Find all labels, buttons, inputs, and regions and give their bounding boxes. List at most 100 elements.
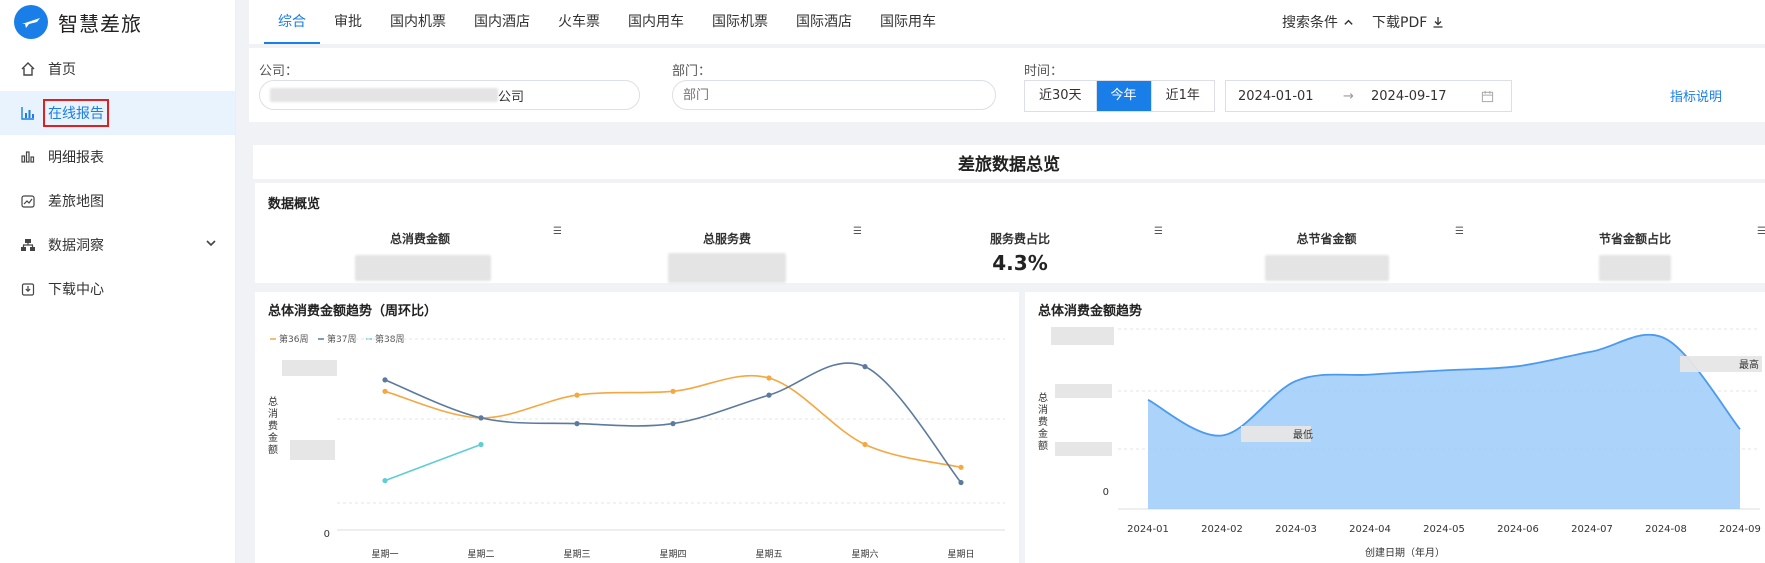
app-logo[interactable]: 智慧差旅 bbox=[0, 0, 235, 44]
data-point[interactable] bbox=[766, 392, 772, 398]
data-point[interactable] bbox=[574, 421, 580, 427]
tab-overview[interactable]: 综合 bbox=[264, 0, 320, 44]
metric-menu-icon[interactable]: ☰ bbox=[553, 226, 562, 237]
tab-approval[interactable]: 审批 bbox=[320, 0, 376, 44]
kpi-label: 总节省金额 bbox=[1296, 232, 1357, 246]
monthly-trend-panel: 总体消费金额趋势 0 总消费金额 2024-01 2024-02 2024-03 20… bbox=[1025, 292, 1765, 563]
end-date: 2024-09-17 bbox=[1371, 88, 1447, 104]
x-tick-label: 2024-03 bbox=[1275, 524, 1317, 535]
data-point[interactable] bbox=[478, 415, 484, 421]
data-point[interactable] bbox=[766, 375, 772, 381]
data-point[interactable] bbox=[958, 479, 964, 486]
legend-label: 第36周 bbox=[279, 333, 308, 345]
search-conditions-toggle[interactable]: 搜索条件 bbox=[1282, 12, 1354, 32]
sidebar-item-label: 数据洞察 bbox=[48, 238, 104, 254]
chevron-down-icon[interactable] bbox=[205, 237, 217, 253]
sidebar-item-online-report[interactable]: 在线报告 bbox=[0, 91, 235, 135]
metric-menu-icon[interactable]: ☰ bbox=[1757, 226, 1765, 237]
kpi-value-redacted bbox=[355, 255, 491, 281]
data-point[interactable] bbox=[862, 441, 868, 448]
org-icon bbox=[20, 237, 36, 253]
company-label: 公司： bbox=[259, 64, 299, 79]
kpi-savings-ratio: 节省金额占比 bbox=[1580, 230, 1690, 285]
data-point[interactable] bbox=[670, 421, 676, 427]
sidebar: 智慧差旅 首页 在线报告 明细报表 差旅地图 数据洞察 下载中心 bbox=[0, 0, 236, 563]
legend-item[interactable]: 第36周 bbox=[270, 333, 308, 345]
y-tick-redacted bbox=[1055, 442, 1112, 456]
time-range-segmented: 近30天 今年 近1年 bbox=[1024, 80, 1215, 112]
download-box-icon bbox=[20, 281, 36, 297]
y-tick-redacted bbox=[282, 360, 337, 376]
y-tick-redacted bbox=[1051, 327, 1114, 345]
sidebar-item-home[interactable]: 首页 bbox=[0, 47, 235, 91]
x-tick-label: 2024-02 bbox=[1201, 524, 1243, 535]
sidebar-item-download-center[interactable]: 下载中心 bbox=[0, 267, 235, 311]
weekly-trend-panel: 总体消费金额趋势（周环比） 第36周 第37周 第38周 0 总消费金额 星期一 星期… bbox=[255, 292, 1019, 563]
data-point[interactable] bbox=[382, 377, 388, 383]
data-point[interactable] bbox=[670, 388, 676, 394]
x-tick-label: 星期一 bbox=[371, 549, 398, 560]
data-point[interactable] bbox=[862, 364, 868, 370]
sidebar-item-detail-report[interactable]: 明细报表 bbox=[0, 135, 235, 179]
kpi-total-savings: 总节省金额 bbox=[1264, 230, 1389, 285]
y-axis-label: 总消费金额 bbox=[268, 395, 278, 456]
range-last-1-year[interactable]: 近1年 bbox=[1151, 81, 1214, 111]
sidebar-item-label: 在线报告 bbox=[43, 99, 109, 127]
tab-domestic-car[interactable]: 国内用车 bbox=[614, 0, 698, 44]
search-conditions-label: 搜索条件 bbox=[1282, 15, 1338, 31]
tab-domestic-flight[interactable]: 国内机票 bbox=[376, 0, 460, 44]
range-this-year[interactable]: 今年 bbox=[1096, 81, 1152, 111]
x-tick-label: 2024-06 bbox=[1497, 524, 1539, 535]
date-separator: → bbox=[1343, 88, 1354, 104]
area-fill bbox=[1148, 334, 1740, 509]
kpi-value-redacted bbox=[668, 253, 786, 283]
kpi-value: 4.3% bbox=[992, 251, 1048, 275]
sidebar-item-label: 首页 bbox=[48, 62, 76, 78]
columns-icon bbox=[20, 149, 36, 165]
sidebar-item-label: 下载中心 bbox=[48, 282, 104, 298]
data-point[interactable] bbox=[478, 441, 484, 448]
data-point[interactable] bbox=[574, 392, 580, 398]
tab-intl-flight[interactable]: 国际机票 bbox=[698, 0, 782, 44]
date-range-picker[interactable]: 2024-01-01 → 2024-09-17 bbox=[1225, 80, 1512, 112]
kpi-label: 总服务费 bbox=[702, 232, 751, 246]
x-tick-label: 2024-08 bbox=[1645, 524, 1687, 535]
data-point[interactable] bbox=[958, 464, 964, 470]
company-name-redacted bbox=[270, 88, 498, 102]
kpi-service-fee-ratio: 服务费占比 4.3% bbox=[960, 230, 1080, 275]
tab-train[interactable]: 火车票 bbox=[544, 0, 614, 44]
metric-help-link[interactable]: 指标说明 bbox=[1670, 86, 1722, 105]
filter-bar: 公司： 公司 部门： 时间： 近30天 今年 近1年 2024-01-01 → … bbox=[249, 48, 1765, 122]
sidebar-item-data-insight[interactable]: 数据洞察 bbox=[0, 223, 235, 267]
metric-menu-icon[interactable]: ☰ bbox=[1154, 226, 1163, 237]
sidebar-item-travel-map[interactable]: 差旅地图 bbox=[0, 179, 235, 223]
x-tick-label: 2024-09 bbox=[1719, 524, 1761, 535]
tab-domestic-hotel[interactable]: 国内酒店 bbox=[460, 0, 544, 44]
low-label: 最低 bbox=[1293, 428, 1313, 441]
tab-intl-hotel[interactable]: 国际酒店 bbox=[782, 0, 866, 44]
data-point[interactable] bbox=[382, 478, 388, 484]
x-tick-label: 星期三 bbox=[563, 549, 590, 560]
department-input[interactable] bbox=[672, 80, 996, 110]
time-label: 时间： bbox=[1024, 64, 1064, 79]
x-tick-label: 星期二 bbox=[467, 549, 494, 560]
kpi-label: 总消费金额 bbox=[389, 232, 450, 246]
download-pdf-button[interactable]: 下载PDF bbox=[1372, 12, 1444, 32]
x-tick-label: 星期日 bbox=[947, 549, 974, 560]
company-select[interactable]: 公司 bbox=[259, 80, 640, 110]
series-line bbox=[384, 443, 482, 482]
x-tick-label: 2024-07 bbox=[1571, 524, 1613, 535]
kpi-total-spend: 总消费金额 bbox=[355, 230, 491, 285]
y-axis-label: 总消费金额 bbox=[1038, 391, 1048, 452]
metric-menu-icon[interactable]: ☰ bbox=[1455, 226, 1464, 237]
sidebar-item-label: 差旅地图 bbox=[48, 194, 104, 210]
section-title: 数据概览 bbox=[268, 197, 321, 212]
x-tick-label: 2024-05 bbox=[1423, 524, 1465, 535]
chevron-up-icon bbox=[1344, 19, 1353, 25]
metric-menu-icon[interactable]: ☰ bbox=[853, 226, 862, 237]
legend-label: 第37周 bbox=[327, 333, 356, 345]
y-tick-redacted bbox=[1055, 384, 1112, 398]
data-point[interactable] bbox=[382, 388, 388, 394]
range-last-30-days[interactable]: 近30天 bbox=[1025, 81, 1097, 111]
tab-intl-car[interactable]: 国际用车 bbox=[866, 0, 950, 44]
